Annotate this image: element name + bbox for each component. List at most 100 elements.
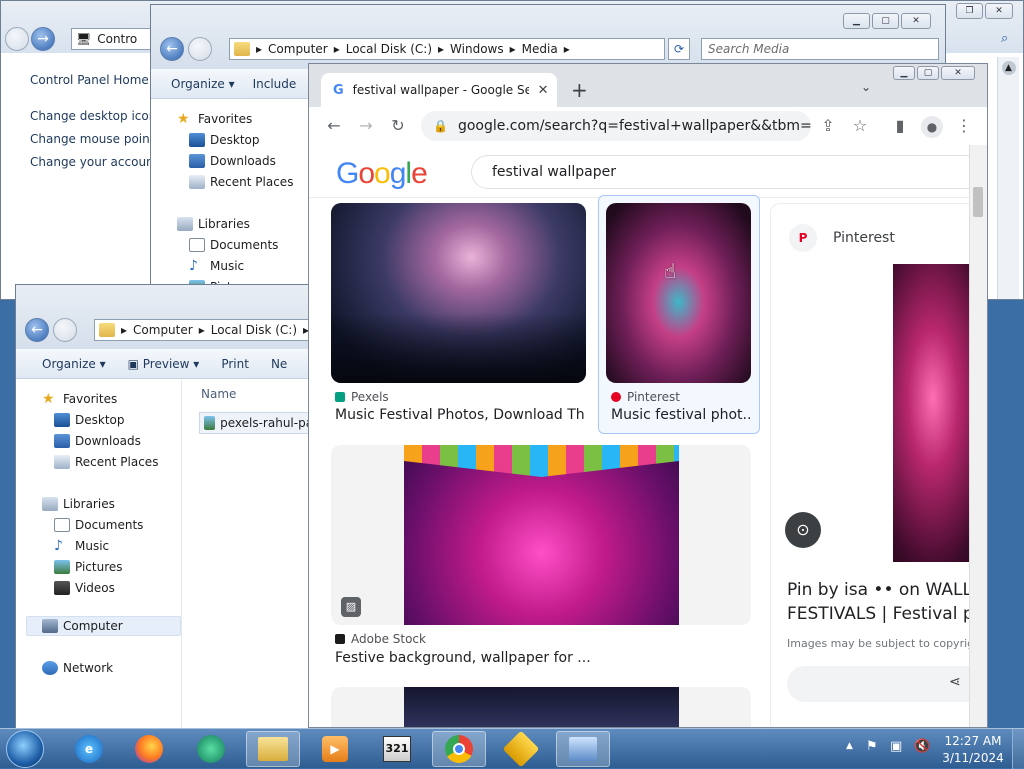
nav-desktop[interactable]: Desktop [75, 413, 125, 427]
bookmark-star-icon[interactable]: ☆ [849, 116, 871, 135]
result-title-adobe[interactable]: Festive background, wallpaper for ... [335, 650, 735, 666]
taskbar-app-3[interactable] [184, 731, 238, 767]
back-button[interactable]: ← [25, 318, 49, 342]
crumb-local-disk[interactable]: Local Disk (C:) [346, 42, 432, 56]
share-icon[interactable]: ⋖ [949, 674, 961, 690]
nav-computer[interactable]: Computer [63, 619, 123, 633]
start-button[interactable] [6, 730, 44, 768]
organize-button[interactable]: Organize ▾ [171, 77, 235, 91]
cp-link-desktop-icons[interactable]: Change desktop icons [30, 109, 163, 123]
crumb-local-disk[interactable]: Local Disk (C:) [211, 323, 297, 337]
network-tray-icon[interactable]: ▣ [890, 739, 902, 754]
control-panel-address[interactable]: 🖥 Contro [71, 28, 161, 50]
action-center-flag-icon[interactable]: ⚑ [866, 739, 878, 754]
nav-downloads[interactable]: Downloads [210, 154, 276, 168]
address-bar[interactable]: ▸ Computer ▸ Local Disk (C:) ▸ Windows ▸ Me… [229, 38, 665, 60]
nav-libraries[interactable]: Libraries [198, 217, 250, 231]
nav-documents[interactable]: Documents [210, 238, 278, 252]
result-image-pexels[interactable] [331, 203, 586, 383]
taskbar-media[interactable]: ▶ [308, 731, 362, 767]
tab-close-icon[interactable]: ✕ [538, 83, 549, 98]
taskbar-control-panel[interactable] [556, 731, 610, 767]
chrome-menu-icon[interactable]: ⋮ [953, 116, 975, 135]
crumb-computer[interactable]: Computer [268, 42, 328, 56]
taskbar-firefox[interactable] [122, 731, 176, 767]
result-image-adobe[interactable] [404, 445, 679, 625]
new-tab-icon[interactable]: + [571, 78, 588, 102]
crumb-windows[interactable]: Windows [450, 42, 504, 56]
include-button[interactable]: Include [253, 77, 297, 91]
tab-search-chevron-icon[interactable]: ⌄ [861, 80, 871, 94]
nav-network[interactable]: Network [63, 661, 113, 675]
panel-title-2[interactable]: FESTIVALS | Festival ph [787, 604, 984, 624]
nav-documents[interactable]: Documents [75, 518, 143, 532]
show-hidden-icons-icon[interactable]: ▲ [846, 741, 853, 751]
maximize-button[interactable]: ▢ [917, 66, 939, 80]
nav-videos[interactable]: Videos [75, 581, 115, 595]
reload-icon[interactable]: ↻ [387, 116, 409, 135]
organize-button[interactable]: Organize ▾ [42, 357, 106, 371]
forward-button[interactable] [53, 318, 77, 342]
taskbar-internet-explorer[interactable]: e [62, 731, 116, 767]
nav-favorites[interactable]: Favorites [63, 392, 117, 406]
result-source-adobe[interactable]: Adobe Stock [335, 632, 426, 646]
forward-button[interactable] [188, 37, 212, 61]
clock-date[interactable]: 3/11/2024 [942, 751, 1004, 765]
restore-button[interactable]: ❐ [956, 3, 983, 19]
nav-recent-places[interactable]: Recent Places [75, 455, 158, 469]
close-button[interactable]: ✕ [901, 13, 931, 29]
address-bar[interactable]: ▸ Computer ▸ Local Disk (C:) ▸ [94, 319, 314, 341]
search-query-box[interactable]: festival wallpaper [471, 155, 987, 189]
forward-arrow-icon[interactable]: → [355, 116, 377, 135]
cp-link-account[interactable]: Change your account p [30, 155, 170, 169]
close-button[interactable]: ✕ [985, 3, 1013, 19]
result-title-pexels[interactable]: Music Festival Photos, Download Th... [335, 407, 585, 423]
minimize-button[interactable]: ▁ [893, 66, 915, 80]
nav-libraries[interactable]: Libraries [63, 497, 115, 511]
close-button[interactable]: ✕ [941, 66, 975, 80]
panel-source[interactable]: Pinterest [833, 230, 895, 246]
search-input[interactable]: Search Media [701, 38, 939, 60]
url-bar[interactable]: 🔒 google.com/search?q=festival+wallpaper… [421, 111, 811, 141]
taskbar-chrome[interactable] [432, 731, 486, 767]
lens-camera-icon[interactable]: ⊙ [785, 512, 821, 548]
taskbar-app-8[interactable] [494, 730, 548, 768]
show-desktop-button[interactable] [1012, 729, 1024, 769]
nav-favorites[interactable]: Favorites [198, 112, 252, 126]
scroll-thumb[interactable] [973, 187, 983, 217]
control-panel-home-link[interactable]: Control Panel Home [30, 73, 149, 87]
result-image-4[interactable] [404, 687, 679, 727]
scroll-up-icon[interactable]: ▲ [1001, 61, 1016, 75]
back-arrow-icon[interactable]: ← [323, 116, 345, 135]
column-header-name[interactable]: Name [201, 387, 236, 401]
panel-title-1[interactable]: Pin by isa •• on WALLPA [787, 580, 987, 600]
result-source-pexels[interactable]: Pexels [335, 390, 389, 404]
taskbar-media-classic[interactable]: 321 [370, 731, 424, 767]
new-folder-button[interactable]: Ne [271, 357, 287, 371]
google-logo[interactable]: Google [336, 157, 428, 191]
crumb-media[interactable]: Media [522, 42, 558, 56]
result-source-pinterest[interactable]: Pinterest [611, 390, 680, 404]
nav-recent-places[interactable]: Recent Places [210, 175, 293, 189]
cp-link-mouse-pointer[interactable]: Change mouse pointer [30, 132, 167, 146]
page-scrollbar[interactable] [969, 145, 987, 727]
side-panel-icon[interactable]: ▮ [889, 116, 911, 135]
search-icon[interactable]: ⌕ [1001, 31, 1008, 46]
print-button[interactable]: Print [221, 357, 249, 371]
file-item[interactable]: pexels-rahul-par [199, 412, 314, 434]
share-icon[interactable]: ⇪ [817, 116, 839, 135]
crumb-computer[interactable]: Computer [133, 323, 193, 337]
result-image-pinterest[interactable] [606, 203, 751, 383]
clock-time[interactable]: 12:27 AM [942, 734, 1004, 748]
maximize-button[interactable]: ▢ [872, 13, 899, 29]
minimize-button[interactable]: ▁ [843, 13, 870, 29]
nav-pictures[interactable]: Pictures [75, 560, 123, 574]
preview-button[interactable]: ▣ Preview ▾ [128, 357, 200, 371]
back-button[interactable] [5, 27, 29, 51]
browser-tab[interactable]: G festival wallpaper - Google Searc ✕ [321, 73, 557, 107]
back-button[interactable]: ← [160, 37, 184, 61]
cp-scrollbar[interactable]: ▲ [997, 57, 1019, 299]
profile-avatar-icon[interactable]: ● [921, 116, 943, 138]
nav-music[interactable]: Music [75, 539, 109, 553]
taskbar-explorer[interactable] [246, 731, 300, 767]
